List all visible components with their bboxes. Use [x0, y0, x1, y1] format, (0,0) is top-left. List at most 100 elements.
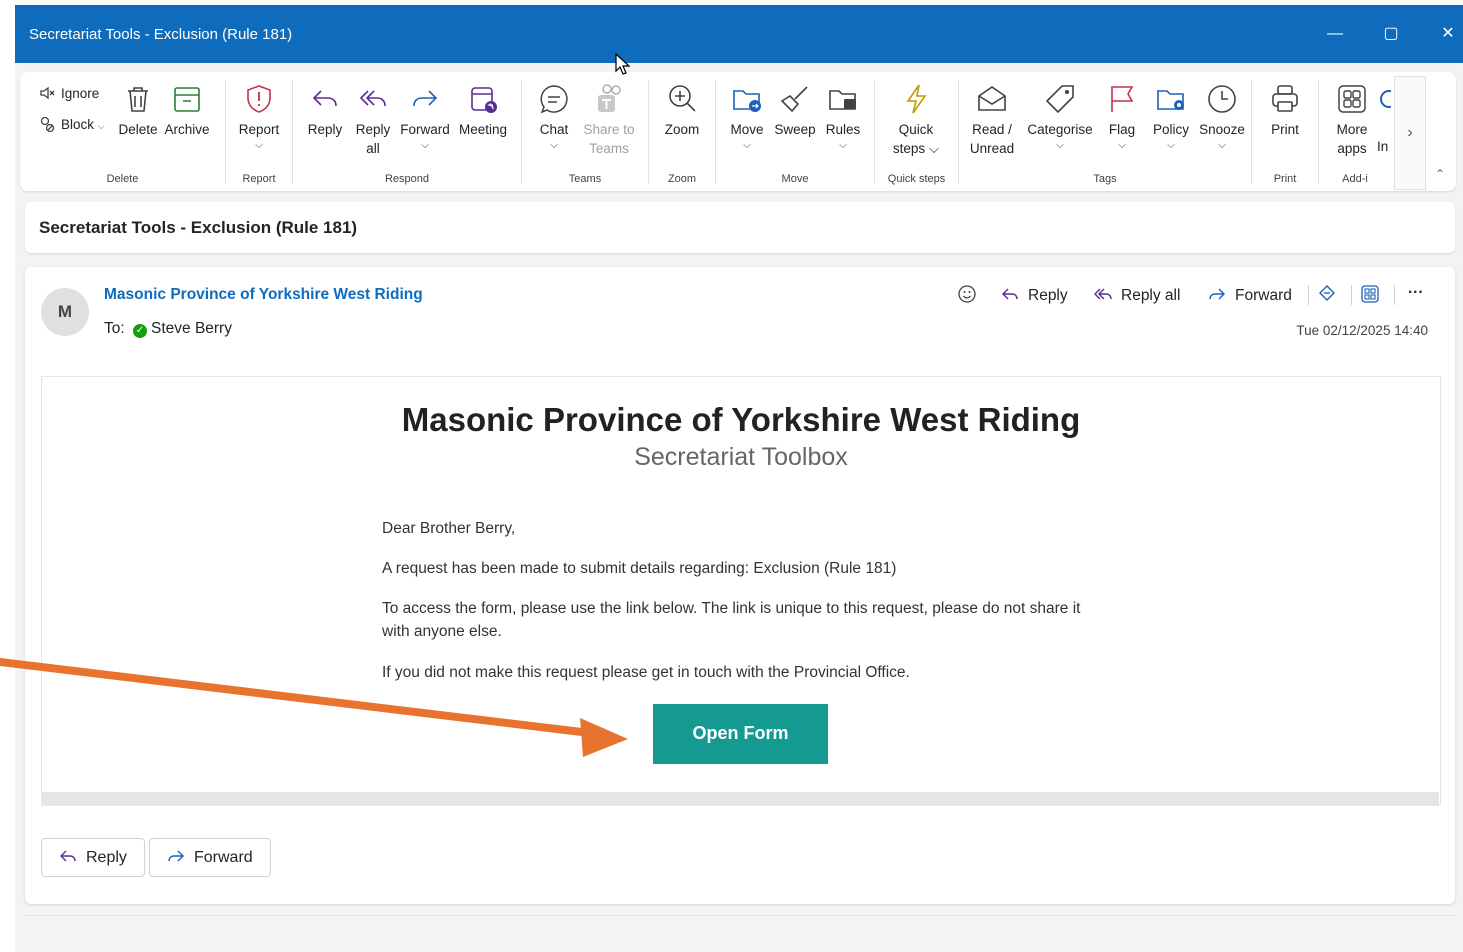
- divider: [1308, 285, 1309, 305]
- group-label-move: Move: [781, 173, 809, 185]
- group-label-report: Report: [242, 173, 276, 185]
- header-reply-all-button[interactable]: Reply all: [1093, 284, 1180, 305]
- rules-icon: [820, 82, 866, 118]
- divider: [1394, 285, 1395, 305]
- title-bar: Secretariat Tools - Exclusion (Rule 181)…: [15, 5, 1463, 63]
- teams-icon: [580, 82, 638, 118]
- archive-icon: [162, 82, 212, 118]
- zoom-in-icon: [659, 82, 705, 118]
- chevron-down-icon: ⌵: [255, 140, 263, 151]
- report-button[interactable]: Report ⌵: [234, 82, 284, 153]
- apps-grid-icon: [1329, 82, 1375, 118]
- body-greeting: Dear Brother Berry,: [382, 520, 516, 537]
- email-body: Masonic Province of Yorkshire West Ridin…: [41, 376, 1441, 805]
- printer-icon: [1262, 82, 1308, 118]
- group-label-respond: Respond: [384, 173, 430, 185]
- group-label-teams: Teams: [568, 173, 602, 185]
- zoom-button[interactable]: Zoom: [659, 82, 705, 139]
- recipient-name[interactable]: Steve Berry: [151, 320, 232, 337]
- reply-all-icon: [351, 82, 395, 118]
- chat-button[interactable]: Chat ⌵: [532, 82, 576, 153]
- shield-alert-icon: [234, 82, 284, 118]
- chevron-down-icon: ⌵: [743, 140, 751, 151]
- chevron-down-icon: ⌵: [839, 140, 847, 151]
- envelope-open-icon: [965, 82, 1019, 118]
- sweep-button[interactable]: Sweep: [772, 82, 818, 139]
- body-subheading: Secretariat Toolbox: [634, 443, 848, 471]
- presence-available-icon: ✓: [133, 324, 147, 338]
- ribbon: Ignore Block ⌵ Delete Archive Delete Rep…: [20, 72, 1456, 191]
- header-forward-button[interactable]: Forward: [1207, 284, 1292, 305]
- loop-icon: [1317, 285, 1345, 304]
- body-paragraph: If you did not make this request please …: [382, 664, 910, 681]
- emoji-reaction-button[interactable]: [957, 284, 985, 305]
- apps-grid-icon: [1360, 285, 1388, 304]
- more-actions-button[interactable]: ···: [1408, 284, 1424, 302]
- reply-all-icon: [1093, 287, 1121, 304]
- smiley-icon: [957, 285, 985, 304]
- avatar[interactable]: M: [41, 288, 89, 336]
- divider: [1351, 285, 1352, 305]
- reply-all-button[interactable]: Reply all: [351, 82, 395, 158]
- message-card: M Masonic Province of Yorkshire West Rid…: [25, 267, 1455, 904]
- chevron-down-icon: ⌵: [1218, 140, 1226, 151]
- policy-icon: [1146, 82, 1196, 118]
- block-icon: [38, 116, 61, 133]
- folder-move-icon: [724, 82, 770, 118]
- print-button[interactable]: Print: [1262, 82, 1308, 139]
- ignore-button[interactable]: Ignore: [38, 84, 99, 102]
- group-report: Report ⌵ Report: [226, 72, 292, 191]
- flag-button[interactable]: Flag ⌵: [1100, 82, 1144, 153]
- close-button[interactable]: ✕: [1433, 20, 1463, 48]
- snooze-button[interactable]: Snooze ⌵: [1196, 82, 1248, 153]
- body-paragraph: A request has been made to submit detail…: [382, 560, 897, 577]
- delete-button[interactable]: Delete: [117, 82, 159, 139]
- open-form-button[interactable]: Open Form: [653, 704, 828, 764]
- ribbon-collapse-button[interactable]: ⌃: [1430, 167, 1450, 185]
- chevron-down-icon: ⌵: [1056, 140, 1064, 151]
- apps-button[interactable]: [1360, 284, 1388, 305]
- subject-bar: Secretariat Tools - Exclusion (Rule 181): [25, 202, 1455, 253]
- body-paragraph: To access the form, please use the link …: [382, 600, 1081, 640]
- header-reply-button[interactable]: Reply: [1000, 284, 1068, 305]
- insights-icon: [1377, 82, 1391, 118]
- reply-button[interactable]: Reply: [303, 82, 347, 139]
- ignore-icon: [38, 86, 61, 101]
- insights-button[interactable]: In: [1377, 82, 1391, 156]
- forward-icon: [150, 849, 194, 866]
- read-unread-button[interactable]: Read / Unread: [965, 82, 1019, 158]
- block-button[interactable]: Block ⌵: [38, 115, 105, 133]
- categorise-button[interactable]: Categorise ⌵: [1023, 82, 1097, 153]
- group-label-delete: Delete: [106, 173, 139, 185]
- more-apps-button[interactable]: More apps: [1329, 82, 1375, 158]
- share-to-teams-button[interactable]: Share to Teams: [580, 82, 638, 158]
- reply-icon: [42, 849, 86, 866]
- policy-button[interactable]: Policy ⌵: [1146, 82, 1196, 153]
- window-title: Secretariat Tools - Exclusion (Rule 181): [29, 26, 293, 43]
- meeting-button[interactable]: Meeting: [455, 82, 511, 139]
- move-button[interactable]: Move ⌵: [724, 82, 770, 153]
- footer-reply-button[interactable]: Reply: [41, 838, 145, 877]
- group-label-tags: Tags: [1093, 173, 1117, 185]
- sender-name[interactable]: Masonic Province of Yorkshire West Ridin…: [104, 286, 423, 304]
- rules-button[interactable]: Rules ⌵: [820, 82, 866, 153]
- minimize-button[interactable]: —: [1320, 20, 1350, 48]
- reply-icon: [303, 82, 347, 118]
- quick-steps-button[interactable]: Quick steps ⌵: [883, 82, 949, 158]
- footer-forward-button[interactable]: Forward: [149, 838, 271, 877]
- loop-component-button[interactable]: [1317, 284, 1345, 305]
- lightning-icon: [883, 82, 949, 118]
- chevron-down-icon: ⌵: [421, 140, 429, 151]
- group-delete: Ignore Block ⌵ Delete Archive Delete: [20, 72, 225, 191]
- ribbon-scroll-right-button[interactable]: ›: [1394, 76, 1426, 190]
- chevron-down-icon: ⌵: [1167, 140, 1175, 151]
- group-quick-steps: Quick steps ⌵ Quick steps: [875, 72, 958, 191]
- calendar-reply-icon: [455, 82, 511, 118]
- maximize-button[interactable]: ▢: [1376, 20, 1406, 48]
- reply-icon: [1000, 287, 1028, 304]
- group-label-print: Print: [1273, 173, 1297, 185]
- forward-button[interactable]: Forward ⌵: [397, 82, 453, 153]
- archive-button[interactable]: Archive: [162, 82, 212, 139]
- trash-icon: [117, 82, 159, 118]
- subject-title: Secretariat Tools - Exclusion (Rule 181): [39, 218, 358, 237]
